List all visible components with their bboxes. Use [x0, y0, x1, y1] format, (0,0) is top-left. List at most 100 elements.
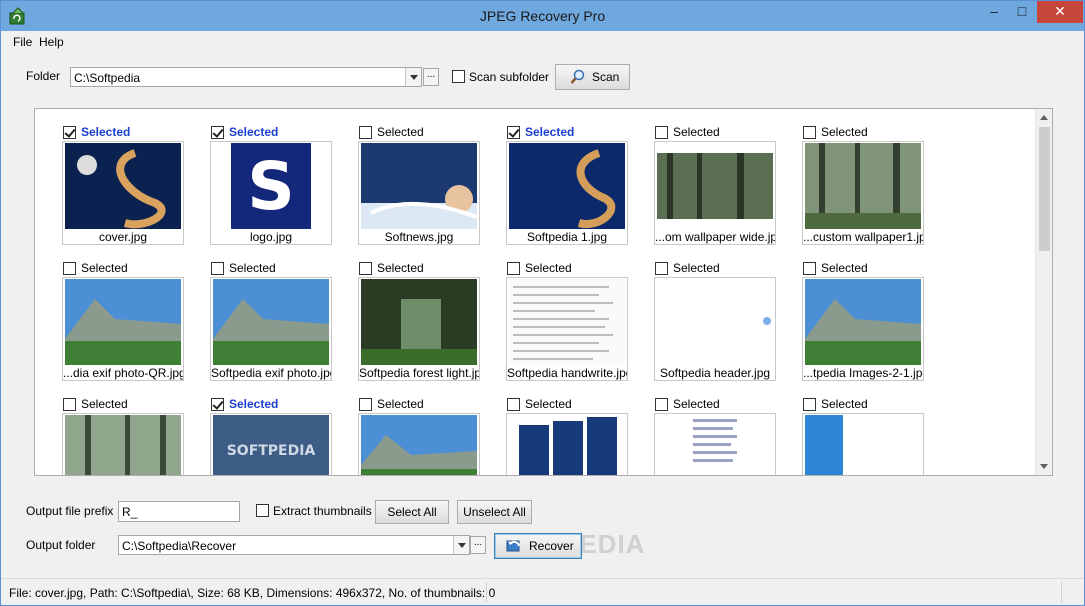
image-tile[interactable]: Selected Softpedia exif photo.jpg [210, 259, 332, 381]
recover-button[interactable]: Recover [494, 533, 582, 559]
scroll-down-icon[interactable] [1040, 464, 1048, 469]
thumbnail-frame[interactable]: ...custom wallpaper1.jpg [802, 141, 924, 245]
scan-subfolder-label: Scan subfolder [469, 70, 550, 84]
thumbnail-panel[interactable]: Selected cover.jpg Selected Slogo.jpg Select… [34, 108, 1053, 476]
image-tile[interactable]: Selected [802, 395, 924, 475]
recover-arrow-icon [506, 540, 520, 552]
extract-thumbnails-checkbox[interactable] [256, 504, 269, 517]
image-tile[interactable]: Selected Softpedia handwrite.jpg [506, 259, 628, 381]
close-button[interactable]: ✕ [1037, 1, 1083, 23]
tile-select-checkbox[interactable] [211, 398, 224, 411]
image-tile[interactable]: Selected ...dia exif photo-QR.jpg [62, 259, 184, 381]
thumbnail-image [213, 279, 329, 365]
thumbnail-caption: Softnews.jpg [384, 230, 454, 244]
tile-select-checkbox[interactable] [63, 262, 76, 275]
image-tile[interactable]: Selected [506, 395, 628, 475]
scan-button-label: Scan [592, 70, 620, 84]
menu-help[interactable]: Help [39, 35, 64, 49]
image-tile[interactable]: Selected SOFTPEDIA [210, 395, 332, 475]
vertical-scrollbar[interactable] [1035, 109, 1052, 475]
folder-dropdown-arrow-icon[interactable] [405, 68, 421, 86]
tile-select-checkbox[interactable] [655, 398, 668, 411]
tile-select-checkbox[interactable] [803, 398, 816, 411]
thumbnail-image [657, 415, 773, 475]
tile-select-checkbox[interactable] [359, 398, 372, 411]
image-tile[interactable]: Selected Softpedia forest light.jpg [358, 259, 480, 381]
thumbnail-frame[interactable]: Softpedia header.jpg [654, 277, 776, 381]
scroll-up-icon[interactable] [1040, 115, 1048, 120]
tile-select-checkbox[interactable] [63, 126, 76, 139]
tile-select-label: Selected [81, 261, 128, 275]
thumbnail-caption: Softpedia forest light.jpg [359, 366, 479, 380]
select-all-button[interactable]: Select All [375, 500, 449, 524]
tile-select-checkbox[interactable] [803, 262, 816, 275]
recover-button-label: Recover [529, 539, 574, 553]
thumbnail-image [509, 415, 625, 475]
thumbnail-frame[interactable]: ...tpedia Images-2-1.jpg [802, 277, 924, 381]
thumbnail-frame[interactable] [358, 413, 480, 475]
tile-select-label: Selected [673, 397, 720, 411]
thumbnail-frame[interactable]: Softpedia forest light.jpg [358, 277, 480, 381]
image-tile[interactable]: Selected ...custom wallpaper1.jpg [802, 123, 924, 245]
thumbnail-frame[interactable] [654, 413, 776, 475]
image-tile[interactable]: Selected Slogo.jpg [210, 123, 332, 245]
folder-browse-button[interactable]: ... [423, 68, 439, 86]
thumbnail-caption: logo.jpg [249, 230, 293, 244]
tile-select-checkbox[interactable] [359, 126, 372, 139]
thumbnail-image [805, 143, 921, 229]
minimize-button[interactable]: – [980, 1, 1008, 23]
thumbnail-frame[interactable] [62, 413, 184, 475]
tile-select-checkbox[interactable] [803, 126, 816, 139]
thumbnail-frame[interactable] [506, 413, 628, 475]
image-tile[interactable]: Selected [654, 395, 776, 475]
status-bar: File: cover.jpg, Path: C:\Softpedia\, Si… [1, 578, 1084, 605]
menu-bar: File Help [1, 31, 1084, 51]
tile-select-checkbox[interactable] [211, 262, 224, 275]
thumbnail-image [509, 279, 625, 365]
thumbnail-frame[interactable]: ...dia exif photo-QR.jpg [62, 277, 184, 381]
tile-select-checkbox[interactable] [655, 126, 668, 139]
scan-button[interactable]: Scan [555, 64, 630, 90]
status-separator [486, 582, 487, 602]
thumbnail-frame[interactable]: cover.jpg [62, 141, 184, 245]
thumbnail-frame[interactable]: SOFTPEDIA [210, 413, 332, 475]
scroll-thumb[interactable] [1039, 127, 1050, 251]
menu-file[interactable]: File [13, 35, 32, 49]
image-tile[interactable]: Selected [62, 395, 184, 475]
image-tile[interactable]: Selected [358, 395, 480, 475]
thumbnail-frame[interactable]: ...om wallpaper wide.jpg [654, 141, 776, 245]
thumbnail-caption: ...custom wallpaper1.jpg [803, 230, 923, 244]
thumbnail-image [361, 415, 477, 475]
tile-select-checkbox[interactable] [211, 126, 224, 139]
folder-combo[interactable]: C:\Softpedia [70, 67, 422, 87]
maximize-button[interactable]: □ [1008, 1, 1036, 23]
unselect-all-button[interactable]: Unselect All [457, 500, 532, 524]
tile-select-label: Selected [673, 261, 720, 275]
thumbnail-frame[interactable] [802, 413, 924, 475]
image-tile[interactable]: Selected ...tpedia Images-2-1.jpg [802, 259, 924, 381]
thumbnail-frame[interactable]: Softpedia handwrite.jpg [506, 277, 628, 381]
image-tile[interactable]: Selected Softnews.jpg [358, 123, 480, 245]
title-bar[interactable]: JPEG Recovery Pro – □ ✕ [1, 1, 1084, 31]
output-folder-dropdown-arrow-icon[interactable] [453, 536, 469, 554]
image-tile[interactable]: Selected cover.jpg [62, 123, 184, 245]
scan-subfolder-checkbox[interactable] [452, 70, 465, 83]
image-tile[interactable]: Selected ...om wallpaper wide.jpg [654, 123, 776, 245]
tile-select-checkbox[interactable] [507, 262, 520, 275]
image-tile[interactable]: Selected Softpedia 1.jpg [506, 123, 628, 245]
tile-select-checkbox[interactable] [655, 262, 668, 275]
tile-select-checkbox[interactable] [507, 398, 520, 411]
output-folder-browse-button[interactable]: ... [470, 536, 486, 554]
tile-select-label: Selected [229, 261, 276, 275]
image-tile[interactable]: Selected Softpedia header.jpg [654, 259, 776, 381]
thumbnail-frame[interactable]: Slogo.jpg [210, 141, 332, 245]
tile-select-label: Selected [81, 125, 131, 139]
thumbnail-frame[interactable]: Softpedia 1.jpg [506, 141, 628, 245]
output-folder-combo[interactable]: C:\Softpedia\Recover [118, 535, 470, 555]
thumbnail-frame[interactable]: Softnews.jpg [358, 141, 480, 245]
output-prefix-input[interactable]: R_ [118, 501, 240, 522]
tile-select-checkbox[interactable] [507, 126, 520, 139]
tile-select-checkbox[interactable] [63, 398, 76, 411]
tile-select-checkbox[interactable] [359, 262, 372, 275]
thumbnail-frame[interactable]: Softpedia exif photo.jpg [210, 277, 332, 381]
